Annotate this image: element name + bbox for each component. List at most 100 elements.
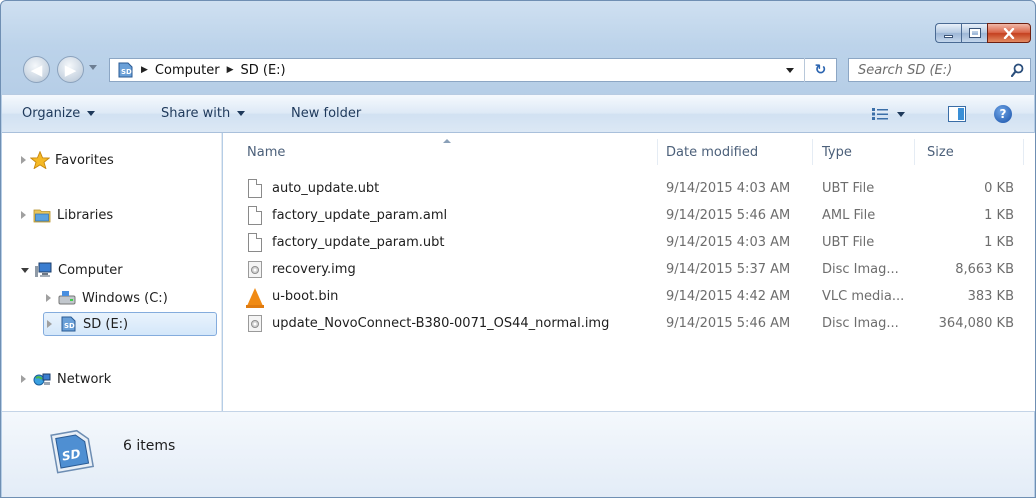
- nav-item-network[interactable]: Network: [21, 368, 111, 390]
- expand-arrow-icon[interactable]: [21, 211, 26, 219]
- refresh-icon: ↻: [814, 62, 827, 78]
- file-name-cell[interactable]: auto_update.ubt: [223, 175, 657, 202]
- change-view-icon[interactable]: [872, 108, 888, 120]
- help-icon[interactable]: ?: [994, 105, 1012, 123]
- file-date-cell: 9/14/2015 5:46 AM: [666, 208, 791, 223]
- document-icon: [247, 179, 263, 199]
- refresh-button[interactable]: ↻: [804, 58, 836, 82]
- nav-label-favorites: Favorites: [55, 152, 114, 168]
- nav-item-sd-e[interactable]: SD SD (E:): [43, 312, 217, 336]
- column-divider[interactable]: [657, 139, 658, 165]
- file-name: factory_update_param.ubt: [272, 235, 445, 250]
- navigation-pane: Favorites Libraries Computer Windows (C:…: [2, 133, 222, 411]
- file-name: recovery.img: [272, 262, 356, 277]
- nav-label-windows-c: Windows (C:): [82, 290, 168, 306]
- document-icon: [247, 233, 263, 253]
- minimize-icon: [944, 34, 953, 38]
- view-options-dropdown-icon[interactable]: [897, 112, 905, 117]
- organize-label: Organize: [22, 106, 81, 121]
- file-row[interactable]: recovery.img 9/14/2015 5:37 AM Disc Imag..…: [223, 256, 1035, 283]
- recent-pages-dropdown[interactable]: [89, 65, 97, 70]
- file-row[interactable]: u-boot.bin 9/14/2015 4:42 AM VLC media... 3…: [223, 283, 1035, 310]
- close-button[interactable]: [987, 23, 1031, 43]
- file-row[interactable]: factory_update_param.ubt 9/14/2015 4:03 A…: [223, 229, 1035, 256]
- file-name-cell[interactable]: u-boot.bin: [223, 283, 657, 310]
- libraries-folder-icon: [33, 209, 51, 223]
- file-name: auto_update.ubt: [272, 181, 380, 196]
- file-date-cell: 9/14/2015 4:42 AM: [666, 289, 791, 304]
- file-type-cell: Disc Imag...: [822, 262, 899, 277]
- address-bar[interactable]: SD ▶ Computer ▶ SD (E:) ↻: [109, 58, 837, 82]
- file-name-cell[interactable]: factory_update_param.aml: [223, 202, 657, 229]
- nav-item-windows-c[interactable]: Windows (C:): [46, 287, 168, 309]
- expand-arrow-icon[interactable]: [21, 156, 26, 164]
- breadcrumb-chevron-icon[interactable]: ▶: [227, 65, 234, 75]
- details-pane: SD 6 items: [2, 411, 1034, 497]
- nav-item-favorites[interactable]: Favorites: [21, 149, 114, 171]
- column-header-date-modified[interactable]: Date modified: [666, 139, 811, 165]
- file-date-cell: 9/14/2015 4:03 AM: [666, 235, 791, 250]
- breadcrumb-sd[interactable]: SD (E:): [240, 63, 285, 78]
- explorer-window: ◀ ▶ SD ▶ Computer ▶ SD (E:) ↻ Search SD …: [0, 0, 1036, 498]
- organize-menu[interactable]: Organize: [22, 95, 96, 132]
- new-folder-button[interactable]: New folder: [291, 95, 361, 132]
- minimize-button[interactable]: [935, 23, 961, 43]
- address-dropdown-icon[interactable]: [786, 68, 794, 73]
- sd-card-icon: SD: [118, 62, 133, 78]
- file-type-cell: AML File: [822, 208, 876, 223]
- file-name-cell[interactable]: factory_update_param.ubt: [223, 229, 657, 256]
- file-size-cell: 1 KB: [984, 208, 1014, 223]
- nav-item-computer[interactable]: Computer: [21, 259, 123, 281]
- share-with-menu[interactable]: Share with: [161, 95, 246, 132]
- sd-card-icon: SD: [61, 316, 76, 332]
- file-row[interactable]: factory_update_param.aml 9/14/2015 5:46 A…: [223, 202, 1035, 229]
- forward-button[interactable]: ▶: [57, 56, 84, 83]
- column-divider[interactable]: [914, 139, 915, 165]
- column-divider[interactable]: [812, 139, 813, 165]
- new-folder-label: New folder: [291, 106, 362, 121]
- file-type-cell: VLC media...: [822, 289, 905, 304]
- document-icon: [247, 206, 263, 226]
- vlc-cone-icon: [246, 287, 264, 308]
- chevron-down-icon: [237, 111, 246, 116]
- file-row[interactable]: update_NovoConnect-B380-0071_OS44_normal…: [223, 310, 1035, 337]
- file-date-cell: 9/14/2015 5:37 AM: [666, 262, 791, 277]
- chevron-down-icon: [87, 111, 96, 116]
- expand-arrow-icon[interactable]: [47, 320, 52, 328]
- hard-drive-icon: [58, 291, 76, 305]
- column-header-size[interactable]: Size: [927, 139, 1017, 165]
- disc-image-icon: [247, 260, 263, 280]
- nav-label-computer: Computer: [58, 262, 123, 278]
- arrow-left-icon: ◀: [30, 60, 43, 79]
- file-size-cell: 1 KB: [984, 235, 1014, 250]
- nav-item-libraries[interactable]: Libraries: [21, 204, 113, 226]
- back-button[interactable]: ◀: [23, 56, 50, 83]
- search-input[interactable]: Search SD (E:): [848, 58, 1031, 82]
- svg-text:SD: SD: [121, 68, 132, 76]
- column-header-name[interactable]: Name: [247, 139, 657, 165]
- maximize-icon: [968, 28, 981, 38]
- expand-arrow-icon[interactable]: [21, 375, 26, 383]
- file-date-cell: 9/14/2015 4:03 AM: [666, 181, 791, 196]
- file-name-cell[interactable]: recovery.img: [223, 256, 657, 283]
- file-size-cell: 364,080 KB: [938, 316, 1014, 331]
- command-bar: Organize Share with New folder ?: [2, 94, 1034, 133]
- maximize-button[interactable]: [961, 23, 987, 43]
- column-header-type[interactable]: Type: [822, 139, 912, 165]
- nav-label-sd-e: SD (E:): [83, 316, 129, 332]
- collapse-arrow-icon[interactable]: [21, 267, 29, 273]
- file-type-cell: UBT File: [822, 181, 875, 196]
- breadcrumb-chevron-icon[interactable]: ▶: [141, 65, 148, 75]
- column-divider[interactable]: [1023, 139, 1024, 165]
- expand-arrow-icon[interactable]: [46, 294, 51, 302]
- file-name: factory_update_param.aml: [272, 208, 448, 223]
- file-row[interactable]: auto_update.ubt 9/14/2015 4:03 AM UBT File…: [223, 175, 1035, 202]
- close-icon: [1003, 27, 1015, 39]
- file-name-cell[interactable]: update_NovoConnect-B380-0071_OS44_normal…: [223, 310, 657, 337]
- preview-pane-icon[interactable]: [948, 106, 966, 122]
- share-with-label: Share with: [161, 106, 231, 121]
- computer-icon: [35, 262, 52, 277]
- address-row: ◀ ▶ SD ▶ Computer ▶ SD (E:) ↻ Search SD …: [1, 53, 1035, 85]
- file-size-cell: 0 KB: [984, 181, 1014, 196]
- breadcrumb-computer[interactable]: Computer: [155, 63, 220, 78]
